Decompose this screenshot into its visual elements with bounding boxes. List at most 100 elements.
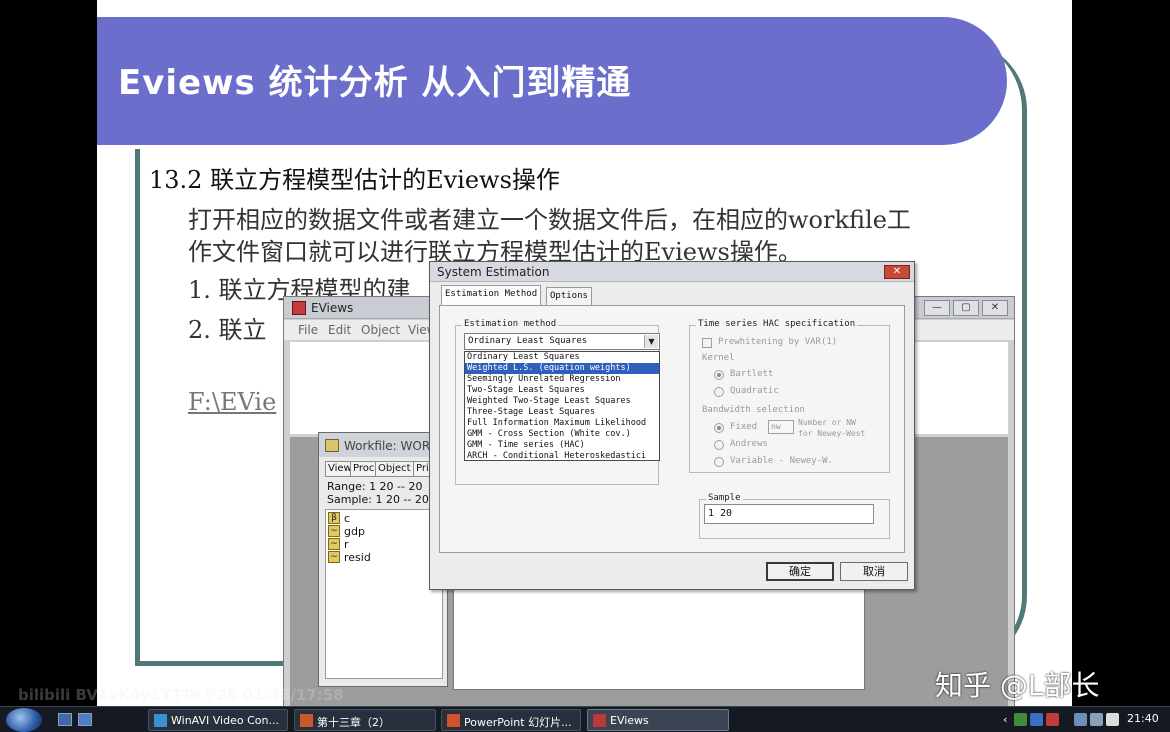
title-underline (97, 145, 959, 149)
workfile-range: Range: 1 20 -- 20 (327, 480, 423, 493)
menu-edit[interactable]: Edit (328, 323, 351, 337)
maximize-button[interactable]: ▢ (953, 300, 979, 316)
eviews-app-icon (292, 301, 306, 315)
hac-specification-group: Time series HAC specification Prewhiteni… (689, 319, 890, 473)
taskbar-item-powerpoint[interactable]: PowerPoint 幻灯片... (441, 709, 581, 731)
object-name: r (344, 538, 349, 551)
dropdown-option[interactable]: Ordinary Least Squares (465, 352, 659, 363)
task-label: 第十三章（2） (317, 716, 390, 729)
letterbox-right (1072, 0, 1170, 706)
kernel-bartlett-label: Bartlett (730, 369, 774, 379)
video-watermark: bilibili BV1vK4y1YTTe P26 01:48/17:58 (18, 686, 344, 704)
eviews-icon (593, 714, 606, 727)
screen: Eviews 统计分析 从入门到精通 13.2 联立方程模型估计的Eviews操… (0, 0, 1170, 732)
workfile-icon (325, 439, 339, 452)
switch-windows-icon[interactable] (78, 713, 92, 726)
section-heading: 13.2 联立方程模型估计的Eviews操作 (149, 166, 560, 194)
series-icon: ~ (328, 525, 340, 537)
bandwidth-note-1: Number or NW (798, 418, 856, 427)
bandwidth-andrews-radio[interactable] (714, 440, 724, 450)
dropdown-option[interactable]: Three-Stage Least Squares (465, 407, 659, 418)
tab-estimation-method[interactable]: Estimation Method (441, 285, 542, 305)
estimation-method-label: Estimation method (462, 319, 559, 329)
body-text-line-1: 打开相应的数据文件或者建立一个数据文件后，在相应的workfile工 (188, 206, 911, 234)
show-desktop-icon[interactable] (58, 713, 72, 726)
taskbar: WinAVI Video Con... 第十三章（2） PowerPoint 幻… (0, 706, 1170, 732)
winavi-icon (154, 714, 167, 727)
dropdown-option[interactable]: GMM - Cross Section (White cov.) (465, 429, 659, 440)
prewhitening-checkbox[interactable] (702, 338, 712, 348)
dropdown-option[interactable]: Full Information Maximum Likelihood (465, 418, 659, 429)
chevron-down-icon[interactable]: ▼ (644, 335, 658, 348)
task-label: EViews (610, 714, 649, 727)
volume-icon[interactable] (1106, 713, 1119, 726)
bandwidth-variable-label: Variable - Newey-W. (730, 456, 833, 466)
ok-button[interactable]: 确定 (766, 562, 834, 581)
estimation-method-combo[interactable]: Ordinary Least Squares ▼ (464, 333, 660, 350)
bandwidth-fixed-label: Fixed (730, 422, 758, 432)
document-icon (300, 714, 313, 727)
object-name: resid (344, 551, 371, 564)
minimize-button[interactable]: — (924, 300, 950, 316)
sample-label: Sample (706, 493, 743, 503)
coefficient-icon: β (328, 512, 340, 524)
taskbar-clock[interactable]: 21:40 (1127, 712, 1159, 725)
antivirus-icon[interactable] (1046, 713, 1059, 726)
hac-specification-label: Time series HAC specification (696, 319, 858, 329)
taskbar-item-eviews[interactable]: EViews (587, 709, 729, 731)
proc-button[interactable]: Proc (350, 461, 378, 477)
sample-input[interactable]: 1 20 (704, 504, 874, 524)
bandwidth-fixed-radio[interactable] (714, 423, 724, 433)
bandwidth-note-2: for Newey-West (798, 429, 866, 438)
series-icon: ~ (328, 551, 340, 563)
taskbar-item-chapter[interactable]: 第十三章（2） (294, 709, 436, 731)
dialog-title: System Estimation (437, 265, 550, 279)
kernel-quadratic-radio[interactable] (714, 387, 724, 397)
workfile-sample: Sample: 1 20 -- 20 (327, 493, 429, 506)
object-button[interactable]: Object (375, 461, 414, 477)
kernel-quadratic-label: Quadratic (730, 386, 779, 396)
tab-options[interactable]: Options (546, 287, 592, 305)
bandwidth-andrews-label: Andrews (730, 439, 768, 449)
cancel-button[interactable]: 取消 (840, 562, 908, 581)
task-label: WinAVI Video Con... (171, 714, 279, 727)
bandwidth-label: Bandwidth selection (702, 405, 805, 415)
dropdown-option[interactable]: Weighted Two-Stage Least Squares (465, 396, 659, 407)
workfile-titlebar[interactable]: Workfile: WORK (319, 433, 447, 457)
tray-expand-icon[interactable]: ‹ (1003, 713, 1007, 726)
slide-title: Eviews 统计分析 从入门到精通 (118, 63, 632, 103)
menu-file[interactable]: File (298, 323, 318, 337)
task-label: PowerPoint 幻灯片... (464, 716, 572, 729)
zhihu-watermark: 知乎 @L部长 (935, 669, 1100, 702)
dropdown-option[interactable]: Two-Stage Least Squares (465, 385, 659, 396)
estimation-method-dropdown: Ordinary Least Squares Weighted L.S. (equ… (464, 351, 660, 461)
network-icon[interactable] (1014, 713, 1027, 726)
eviews-title: EViews (311, 301, 354, 315)
kernel-bartlett-radio[interactable] (714, 370, 724, 380)
file-path-link[interactable]: F:\EVie (188, 388, 276, 416)
list-item-2: 2. 联立 (188, 316, 267, 344)
kernel-label: Kernel (702, 353, 735, 363)
taskbar-item-winavi[interactable]: WinAVI Video Con... (148, 709, 288, 731)
object-name: gdp (344, 525, 365, 538)
combo-value: Ordinary Least Squares (468, 336, 588, 346)
dialog-close-button[interactable]: ✕ (884, 265, 910, 279)
display-icon[interactable] (1090, 713, 1103, 726)
bandwidth-fixed-input[interactable]: nw (768, 420, 794, 434)
security-shield-icon[interactable] (1030, 713, 1043, 726)
dropdown-option[interactable]: ARCH - Conditional Heteroskedastici (465, 451, 659, 462)
dropdown-option[interactable]: GMM - Time series (HAC) (465, 440, 659, 451)
start-button[interactable] (6, 708, 42, 732)
dropdown-option[interactable]: Seemingly Unrelated Regression (465, 374, 659, 385)
prewhitening-label: Prewhitening by VAR(1) (718, 337, 838, 347)
dialog-titlebar[interactable]: System Estimation ✕ (430, 262, 914, 282)
menu-object[interactable]: Object (361, 323, 400, 337)
workfile-object-list: β c ~ gdp ~ r ~ resid (325, 509, 443, 679)
close-button[interactable]: ✕ (982, 300, 1008, 316)
input-method-icon[interactable] (1074, 713, 1087, 726)
dropdown-option[interactable]: Weighted L.S. (equation weights) (465, 363, 659, 374)
system-estimation-dialog: System Estimation ✕ Estimation Method Op… (429, 261, 915, 590)
powerpoint-icon (447, 714, 460, 727)
workfile-title: Workfile: WORK (344, 439, 439, 453)
bandwidth-variable-radio[interactable] (714, 457, 724, 467)
